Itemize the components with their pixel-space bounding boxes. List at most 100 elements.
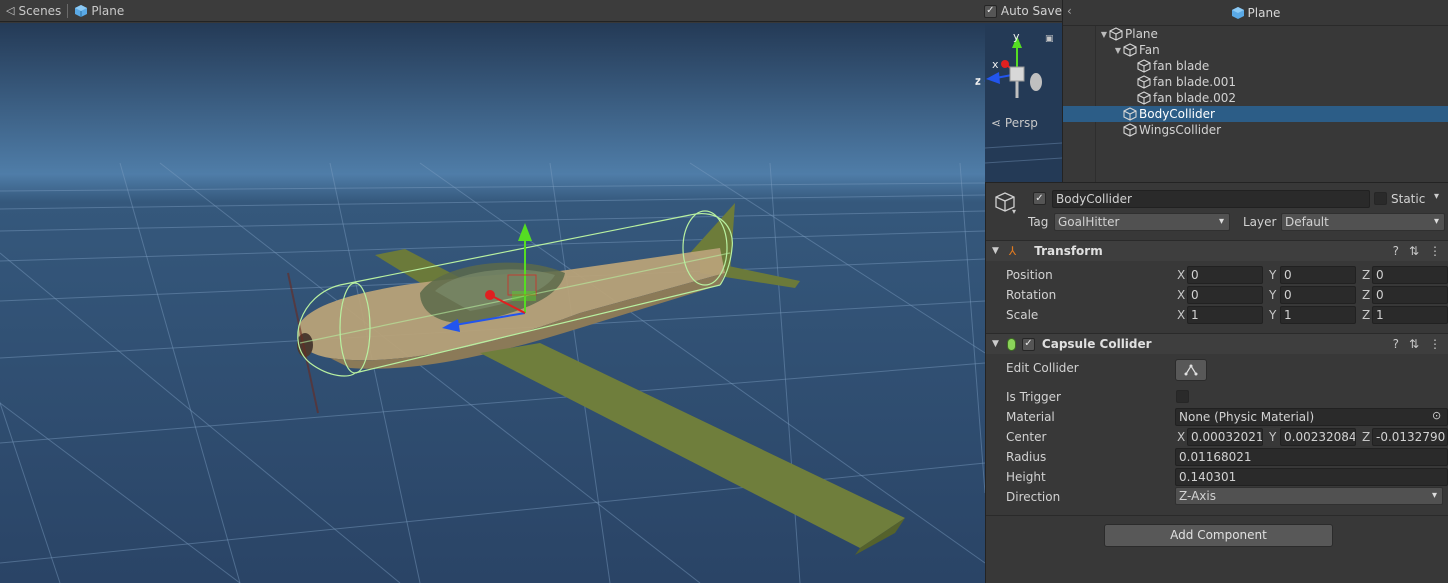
capsule-collider-icon bbox=[1006, 337, 1016, 351]
auto-save-toggle[interactable]: ✓ Auto Save bbox=[983, 0, 1062, 22]
material-field[interactable]: None (Physic Material) bbox=[1175, 408, 1448, 426]
object-picker-icon[interactable]: ⊙ bbox=[1432, 409, 1441, 422]
gizmo-z-text: z bbox=[975, 74, 981, 87]
transform-menu-icon[interactable]: ⋮ bbox=[1429, 244, 1441, 258]
transform-icon: ⅄ bbox=[1008, 244, 1017, 258]
position-y-field[interactable]: 0 bbox=[1280, 266, 1356, 284]
layer-label: Layer bbox=[1243, 215, 1277, 229]
height-label: Height bbox=[1006, 470, 1046, 484]
scale-label: Scale bbox=[1006, 308, 1039, 322]
center-y-axis-label: Y bbox=[1269, 430, 1277, 444]
hierarchy-title: Plane bbox=[1247, 5, 1281, 20]
center-label: Center bbox=[1006, 430, 1047, 444]
transform-header[interactable]: ▼ ⅄ Transform ? ⇅ ⋮ bbox=[986, 240, 1448, 261]
hierarchy-header: ‹ Plane bbox=[1063, 0, 1448, 26]
breadcrumb-prefab-label: Plane bbox=[91, 3, 125, 18]
center-y-field[interactable]: 0.00232084 bbox=[1280, 428, 1356, 446]
transform-title: Transform bbox=[1034, 244, 1103, 258]
capsule-foldout-icon[interactable]: ▼ bbox=[992, 339, 999, 349]
transform-header-icons: ? ⇅ ⋮ bbox=[1393, 244, 1441, 258]
gameobject-icon bbox=[1109, 27, 1123, 41]
layer-dropdown[interactable]: Default bbox=[1281, 213, 1445, 231]
height-field[interactable]: 0.140301 bbox=[1175, 468, 1448, 486]
rotation-x-axis-label: X bbox=[1177, 288, 1186, 302]
hierarchy-item[interactable]: BodyCollider bbox=[1063, 106, 1448, 122]
orientation-gizmo-overlay[interactable]: y x z bbox=[972, 28, 1052, 108]
center-x-axis-label: X bbox=[1177, 430, 1186, 444]
static-checkbox[interactable] bbox=[1374, 192, 1387, 205]
prefab-cube-icon bbox=[75, 4, 88, 17]
scale-y-axis-label: Y bbox=[1269, 308, 1277, 322]
hierarchy-item[interactable]: ▼ Plane bbox=[1063, 26, 1448, 42]
is-trigger-checkbox[interactable] bbox=[1176, 390, 1189, 403]
back-chevron-icon[interactable]: ‹ bbox=[1067, 4, 1072, 18]
hierarchy-item-label: fan blade.002 bbox=[1153, 91, 1237, 105]
material-label: Material bbox=[1006, 410, 1055, 424]
hierarchy-item-label: BodyCollider bbox=[1139, 107, 1215, 121]
position-z-axis-label: Z bbox=[1362, 268, 1371, 282]
gameobject-icon bbox=[1123, 123, 1137, 137]
capsule-collider-header[interactable]: ▼ ✓ Capsule Collider ? ⇅ ⋮ bbox=[986, 333, 1448, 354]
gameobject-icon bbox=[1137, 91, 1151, 105]
scale-x-field[interactable]: 1 bbox=[1187, 306, 1263, 324]
tag-dropdown[interactable]: GoalHitter bbox=[1054, 213, 1230, 231]
rotation-z-field[interactable]: 0 bbox=[1372, 286, 1448, 304]
scene-view[interactable]: y x z 🔒 < Persp bbox=[0, 23, 985, 583]
breadcrumb-prefab[interactable]: Plane bbox=[68, 0, 130, 22]
radius-label: Radius bbox=[1006, 450, 1047, 464]
radius-field[interactable]: 0.01168021 bbox=[1175, 448, 1448, 466]
scene-breadcrumb-bar: ◁ Scenes Plane ✓ Auto Save bbox=[0, 0, 1062, 22]
auto-save-checkbox[interactable]: ✓ bbox=[983, 4, 997, 18]
scale-z-field[interactable]: 1 bbox=[1372, 306, 1448, 324]
capsule-enabled-checkbox[interactable]: ✓ bbox=[1021, 337, 1035, 351]
persp-chevron-icon: ⋖ bbox=[991, 116, 1002, 130]
icon-dropdown-chevron-icon[interactable]: ▾ bbox=[1012, 207, 1016, 216]
breadcrumb-scenes[interactable]: ◁ Scenes bbox=[0, 0, 67, 22]
hierarchy-foldout-icon[interactable]: ▼ bbox=[1113, 46, 1123, 55]
hierarchy-item-label: Fan bbox=[1139, 43, 1160, 57]
edit-collider-icon bbox=[1184, 364, 1198, 376]
rotation-y-axis-label: Y bbox=[1269, 288, 1277, 302]
static-dropdown-icon[interactable]: ▾ bbox=[1434, 191, 1439, 202]
rotation-x-field[interactable]: 0 bbox=[1187, 286, 1263, 304]
center-x-field[interactable]: 0.00032021 bbox=[1187, 428, 1263, 446]
capsule-presets-icon[interactable]: ⇅ bbox=[1409, 337, 1419, 351]
persp-label: Persp bbox=[1004, 116, 1038, 130]
position-x-axis-label: X bbox=[1177, 268, 1186, 282]
hierarchy-item[interactable]: fan blade.002 bbox=[1063, 90, 1448, 106]
transform-foldout-icon[interactable]: ▼ bbox=[992, 246, 999, 256]
active-checkbox[interactable]: ✓ bbox=[1033, 192, 1046, 205]
hierarchy-item[interactable]: ▼ Fan bbox=[1063, 42, 1448, 58]
scale-x-axis-label: X bbox=[1177, 308, 1186, 322]
static-label: Static bbox=[1391, 192, 1426, 206]
hierarchy-item-label: WingsCollider bbox=[1139, 123, 1222, 137]
scene-viewport[interactable] bbox=[0, 23, 985, 583]
hierarchy-item-label: fan blade bbox=[1153, 59, 1210, 73]
tag-label: Tag bbox=[1028, 215, 1049, 229]
capsule-help-icon[interactable]: ? bbox=[1393, 337, 1399, 351]
scene-lock-icon[interactable]: ▣ bbox=[1045, 34, 1054, 44]
position-x-field[interactable]: 0 bbox=[1187, 266, 1263, 284]
object-name-field[interactable]: BodyCollider bbox=[1052, 190, 1370, 208]
capsule-menu-icon[interactable]: ⋮ bbox=[1429, 337, 1441, 351]
hierarchy-item[interactable]: fan blade bbox=[1063, 58, 1448, 74]
persp-toggle[interactable]: ⋖ Persp bbox=[991, 116, 1038, 130]
rotation-y-field[interactable]: 0 bbox=[1280, 286, 1356, 304]
direction-dropdown[interactable]: Z-Axis bbox=[1175, 487, 1443, 505]
gameobject-icon bbox=[1137, 75, 1151, 89]
add-component-button[interactable]: Add Component bbox=[1104, 524, 1333, 547]
transform-presets-icon[interactable]: ⇅ bbox=[1409, 244, 1419, 258]
hierarchy-foldout-icon[interactable]: ▼ bbox=[1099, 30, 1109, 39]
center-z-field[interactable]: -0.0132790! bbox=[1372, 428, 1448, 446]
edit-collider-button[interactable] bbox=[1175, 359, 1207, 381]
position-z-field[interactable]: 0 bbox=[1372, 266, 1448, 284]
hierarchy-item[interactable]: fan blade.001 bbox=[1063, 74, 1448, 90]
scale-y-field[interactable]: 1 bbox=[1280, 306, 1356, 324]
transform-help-icon[interactable]: ? bbox=[1393, 244, 1399, 258]
center-z-axis-label: Z bbox=[1362, 430, 1371, 444]
gameobject-icon bbox=[1137, 59, 1151, 73]
hierarchy-item[interactable]: WingsCollider bbox=[1063, 122, 1448, 138]
rotation-label: Rotation bbox=[1006, 288, 1057, 302]
position-y-axis-label: Y bbox=[1269, 268, 1277, 282]
breadcrumb-scenes-label: Scenes bbox=[18, 3, 62, 18]
